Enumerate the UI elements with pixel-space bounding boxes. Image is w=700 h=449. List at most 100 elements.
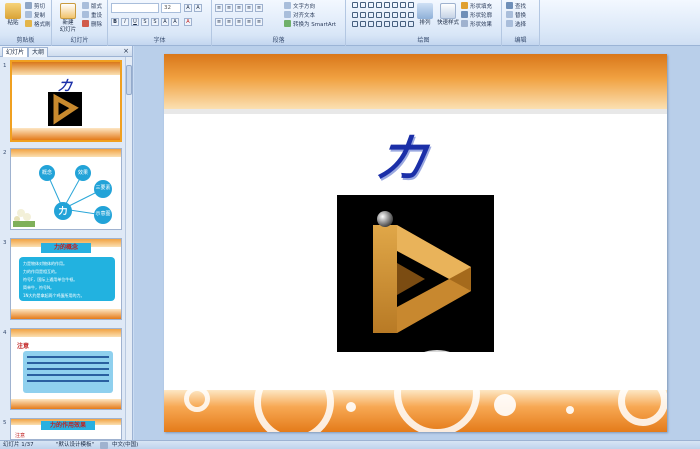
impossible-triangle-image[interactable]	[337, 195, 494, 352]
align-left-icon[interactable]: ≡	[215, 18, 223, 26]
binoculars-icon	[506, 2, 513, 9]
italic-icon[interactable]: I	[121, 18, 129, 26]
find-button[interactable]: 查找	[506, 2, 526, 11]
brush-icon	[25, 20, 32, 27]
slide-title[interactable]: 力	[372, 122, 442, 188]
spell-check-icon[interactable]	[100, 442, 108, 449]
thumb-number-3: 3	[3, 240, 7, 246]
scrollbar-thumb[interactable]	[126, 65, 132, 95]
thumb2-fig: 示意图	[95, 211, 111, 217]
decor-dot	[566, 406, 574, 414]
slide-counter: 幻灯片 1/37	[3, 442, 34, 448]
text-direction-button[interactable]: 文字方向	[284, 2, 315, 11]
tab-outline[interactable]: 大纲	[28, 47, 49, 57]
slide-divider	[164, 109, 667, 114]
new-slide-button[interactable]: 新建 幻灯片	[56, 2, 80, 33]
smartart-icon	[284, 20, 291, 27]
decrease-indent-icon[interactable]: ≡	[235, 4, 243, 12]
drawing-group-label: 绘图	[346, 36, 501, 45]
font-group-label: 字体	[108, 36, 211, 45]
smartart-button[interactable]: 转换为 SmartArt	[284, 20, 336, 29]
thumb3-title: 力的概念	[41, 243, 91, 253]
bold-icon[interactable]: B	[111, 18, 119, 26]
increase-indent-icon[interactable]: ≡	[245, 4, 253, 12]
decor-ring	[394, 350, 480, 432]
slide-thumbnail-4[interactable]: 注意	[10, 328, 122, 410]
format-painter-button[interactable]: 格式刷	[25, 20, 51, 29]
slides-group: 新建 幻灯片 版式 重设 删除 幻灯片	[52, 0, 108, 46]
font-color-icon[interactable]: A	[184, 18, 192, 26]
paragraph-group: ≡ ≡ ≡ ≡ ≡ ≡ ≡ ≡ ≡ ≡ 文字方向 对齐文本 转换为 SmartA…	[212, 0, 346, 46]
reset-icon	[82, 11, 89, 18]
decor-dot	[494, 394, 516, 416]
change-case-icon[interactable]: A	[171, 18, 179, 26]
quick-styles-icon	[440, 3, 456, 19]
slide-thumbnail-1[interactable]: 力	[10, 60, 122, 142]
decor-ring	[618, 376, 667, 426]
strikethrough-icon[interactable]: S	[141, 18, 149, 26]
justify-icon[interactable]: ≡	[245, 18, 253, 26]
clipboard-group: 粘贴 剪切 复制 格式刷 剪贴板	[0, 0, 52, 46]
thumb-number-4: 4	[3, 330, 7, 336]
cut-button[interactable]: 剪切	[25, 2, 45, 11]
slide-thumbnail-2[interactable]: 力 概念 效果 三要素 示意图	[10, 148, 122, 230]
font-size-box[interactable]: 32	[161, 3, 181, 13]
panel-tabs: 幻灯片 大纲 ×	[0, 46, 132, 57]
slide-thumbnail-3[interactable]: 力的概念 力是物体对物体的作用。 力的作用是相互的。 符号F，国际上通用单位牛顿…	[10, 238, 122, 320]
arrange-button[interactable]: 排列	[414, 2, 436, 32]
paste-icon	[5, 3, 21, 19]
status-bar: 幻灯片 1/37 "默认设计模板" 中文(中国)	[0, 440, 700, 449]
slide-canvas: 力	[134, 46, 700, 440]
thumb5-label: 注意	[15, 433, 26, 439]
shadow-icon[interactable]: S	[151, 18, 159, 26]
panel-scrollbar[interactable]	[125, 57, 132, 440]
outline-icon	[461, 11, 468, 18]
reset-button[interactable]: 重设	[82, 11, 102, 20]
thumb-number-5: 5	[3, 420, 7, 426]
layout-button[interactable]: 版式	[82, 2, 102, 11]
decor-ring	[184, 386, 210, 412]
shape-fill-button[interactable]: 形状填充	[461, 2, 492, 11]
paste-button[interactable]: 粘贴	[2, 2, 24, 32]
decor-dot	[346, 402, 356, 412]
new-slide-icon	[60, 3, 76, 19]
replace-button[interactable]: 替换	[506, 11, 526, 20]
bullets-icon[interactable]: ≡	[215, 4, 223, 12]
effects-icon	[461, 20, 468, 27]
shape-outline-button[interactable]: 形状轮廓	[461, 11, 492, 20]
align-center-icon[interactable]: ≡	[225, 18, 233, 26]
thumb5-title: 力的作用效果	[41, 421, 95, 430]
current-slide[interactable]: 力	[164, 54, 667, 432]
thumb4-content	[23, 351, 113, 393]
char-spacing-icon[interactable]: A	[161, 18, 169, 26]
align-text-button[interactable]: 对齐文本	[284, 11, 315, 20]
shapes-gallery[interactable]	[352, 2, 414, 30]
copy-button[interactable]: 复制	[25, 11, 45, 20]
underline-icon[interactable]: U	[131, 18, 139, 26]
numbering-icon[interactable]: ≡	[225, 4, 233, 12]
thumb-number-2: 2	[3, 150, 7, 156]
thumb-number-1: 1	[3, 63, 7, 69]
theme-name: "默认设计模板"	[56, 442, 95, 448]
delete-button[interactable]: 删除	[82, 20, 102, 29]
shape-effects-button[interactable]: 形状效果	[461, 20, 492, 29]
language-indicator[interactable]: 中文(中国)	[112, 441, 138, 449]
slide-thumbnail-5[interactable]: 力的作用效果 注意	[10, 418, 122, 440]
copy-icon	[25, 11, 32, 18]
line-spacing-icon[interactable]: ≡	[255, 4, 263, 12]
select-button[interactable]: 选择	[506, 20, 526, 29]
editing-group-label: 编辑	[502, 36, 539, 45]
align-right-icon[interactable]: ≡	[235, 18, 243, 26]
quick-styles-button[interactable]: 快速样式	[436, 2, 460, 32]
shrink-font-icon[interactable]: A	[194, 4, 202, 12]
columns-icon[interactable]: ≡	[255, 18, 263, 26]
grow-font-icon[interactable]: A	[184, 4, 192, 12]
clipboard-group-label: 剪贴板	[0, 36, 51, 45]
font-name-box[interactable]	[111, 3, 159, 13]
thumb2-three: 三要素	[95, 185, 111, 191]
thumb4-title: 注意	[17, 343, 30, 350]
close-icon[interactable]: ×	[123, 47, 129, 55]
decor-ring	[254, 362, 334, 432]
tab-slides[interactable]: 幻灯片	[2, 47, 29, 57]
thumb3-content: 力是物体对物体的作用。 力的作用是相互的。 符号F，国际上通用单位牛顿。 简单牛…	[19, 257, 115, 301]
